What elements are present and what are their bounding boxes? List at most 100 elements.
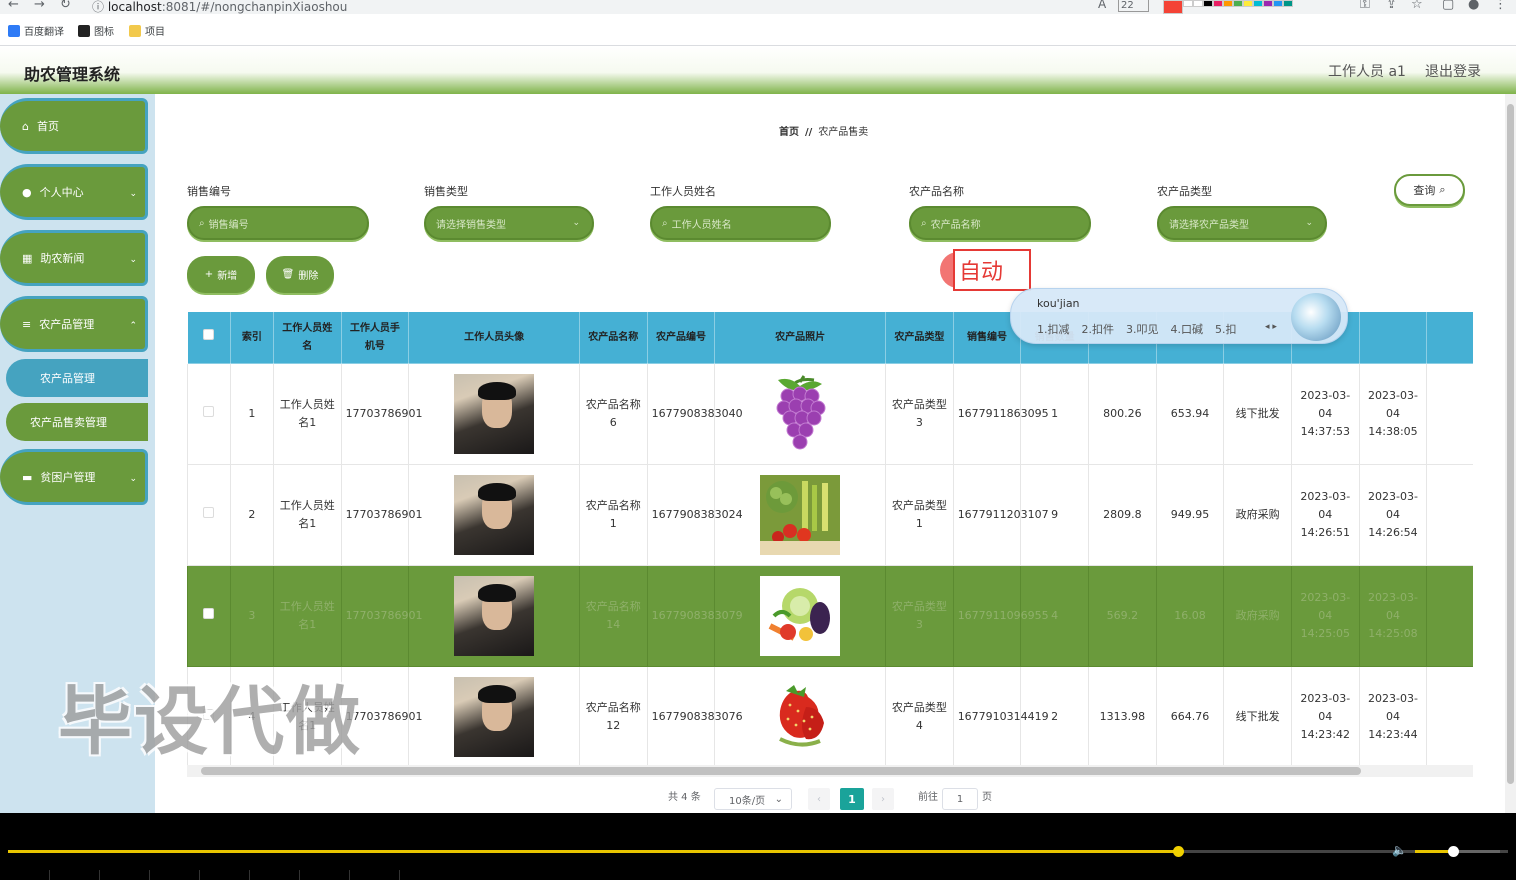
- share-icon[interactable]: ⇪: [1386, 0, 1397, 12]
- volume-icon[interactable]: 🔈: [1392, 843, 1407, 857]
- palette-swatch[interactable]: [1223, 0, 1233, 7]
- volume-knob[interactable]: [1448, 846, 1460, 857]
- chevron-down-icon: ⌄: [774, 793, 783, 805]
- goto-label: 前往: [918, 792, 938, 803]
- add-button[interactable]: + 新增: [187, 256, 255, 293]
- star-icon[interactable]: ☆: [1411, 0, 1423, 12]
- sale-type-select[interactable]: 请选择销售类型 ⌄: [424, 206, 594, 240]
- ime-candidate[interactable]: 1.扣减: [1037, 321, 1070, 337]
- key-icon[interactable]: ⚿: [1360, 0, 1370, 12]
- row-checkbox[interactable]: [203, 608, 215, 619]
- ime-candidate[interactable]: 5.扣: [1215, 321, 1237, 337]
- palette-swatch[interactable]: [1183, 0, 1193, 7]
- current-page-button[interactable]: 1: [840, 788, 864, 810]
- palette-swatch[interactable]: [1233, 0, 1243, 7]
- cell-product: 农产品名称6: [578, 363, 648, 465]
- cell-avatar: [408, 464, 580, 566]
- cell-avatar: [408, 363, 580, 465]
- volume-track[interactable]: [1415, 846, 1500, 857]
- ime-candidate-panel: kou'jian 1.扣减 2.扣件 3.叩见 4.口碱 5.扣 ◂ ▸: [1010, 288, 1348, 344]
- palette-swatch[interactable]: [1283, 0, 1293, 7]
- logout-button[interactable]: 退出登录: [1425, 61, 1481, 81]
- table-row[interactable]: 1 工作人员姓名1 17703786901 农产品名称6 1677908383040 农产…: [187, 363, 1473, 465]
- video-progress-knob[interactable]: [1173, 846, 1184, 857]
- row-select-cell[interactable]: [187, 464, 231, 566]
- bookmark-project[interactable]: 项目: [129, 23, 165, 38]
- cell-phone: 17703786901: [340, 565, 423, 667]
- horizontal-scrollbar[interactable]: [187, 765, 1473, 777]
- product-photo-cabbage: [760, 576, 841, 656]
- row-select-cell[interactable]: [187, 565, 231, 667]
- cell-time2: 2023-03-04 14:23:44: [1358, 666, 1428, 765]
- scroll-thumb[interactable]: [201, 767, 1361, 775]
- page-unit-label: 页: [982, 792, 992, 803]
- zoom-select[interactable]: 22: [1118, 0, 1149, 12]
- staff-avatar: [454, 677, 535, 757]
- row-select-cell[interactable]: [187, 363, 231, 465]
- palette-swatch[interactable]: [1243, 0, 1253, 7]
- palette-swatch[interactable]: [1253, 0, 1263, 7]
- window-icon[interactable]: ▢: [1442, 0, 1454, 12]
- address-bar[interactable]: ⓘ localhost:8081/#/nongchanpinXiaoshou: [92, 0, 347, 15]
- palette-swatch[interactable]: [1163, 0, 1183, 14]
- browser-toolbar: ← → ↻ ⓘ localhost:8081/#/nongchanpinXiao…: [0, 0, 1516, 14]
- product-name-input[interactable]: ⌕ 农产品名称: [909, 206, 1091, 240]
- forward-icon[interactable]: →: [34, 0, 45, 12]
- reload-icon[interactable]: ↻: [60, 0, 71, 12]
- table-row[interactable]: 4 工作人员姓名1 17703786901 农产品名称12 1677908383076 农…: [187, 666, 1473, 765]
- folder-bookmark-icon: [129, 24, 141, 37]
- breadcrumb-separator: //: [805, 127, 813, 138]
- bookmark-icons[interactable]: 图标: [78, 23, 114, 38]
- menu-icon: ≡: [22, 317, 32, 331]
- table-row[interactable]: 2 工作人员姓名1 17703786901 农产品名称1 1677908383024 农产…: [187, 464, 1473, 566]
- row-checkbox[interactable]: [203, 406, 215, 417]
- sidebar-item-profile[interactable]: ● 个人中心 ⌄: [0, 164, 148, 220]
- translate-icon[interactable]: A: [1098, 0, 1106, 11]
- cell-product: 农产品名称14: [578, 565, 648, 667]
- page-size-select[interactable]: 10条/页 ⌄: [714, 788, 792, 810]
- sidebar-item-poor-households[interactable]: ▬ 贫困户管理 ⌄: [0, 449, 148, 505]
- query-button[interactable]: 查询 ⌕: [1394, 174, 1465, 206]
- browser-menu-icon[interactable]: ⋮: [1494, 0, 1507, 12]
- breadcrumb-home[interactable]: 首页: [779, 127, 799, 138]
- ime-composition-box: 自动: [953, 249, 1031, 291]
- ime-candidate[interactable]: 3.叩见: [1126, 321, 1159, 337]
- palette-swatch[interactable]: [1203, 0, 1213, 7]
- cell-time2: 2023-03-04 14:26:54: [1358, 464, 1428, 566]
- bookmark-translate[interactable]: 百度翻译: [8, 23, 64, 38]
- cell-time1: 2023-03-04 14:25:05: [1290, 565, 1360, 667]
- sidebar-subitem-product-sales[interactable]: 农产品售卖管理: [6, 403, 148, 441]
- sidebar-item-home[interactable]: ⌂ 首页: [0, 98, 148, 154]
- product-type-select[interactable]: 请选择农产品类型 ⌄: [1157, 206, 1327, 240]
- profile-icon[interactable]: ●: [1468, 0, 1479, 12]
- scroll-thumb[interactable]: [1507, 104, 1514, 784]
- select-all-header[interactable]: [187, 311, 231, 364]
- sidebar-subitem-product-manage[interactable]: 农产品管理: [6, 359, 148, 397]
- staff-name-input[interactable]: ⌕ 工作人员姓名: [650, 206, 831, 240]
- ime-candidate[interactable]: 2.扣件: [1082, 321, 1115, 337]
- row-checkbox[interactable]: [203, 507, 215, 518]
- ime-page-arrows-icon[interactable]: ◂ ▸: [1265, 322, 1277, 332]
- sale-no-input[interactable]: ⌕ 销售编号: [187, 206, 369, 240]
- next-page-button[interactable]: ›: [872, 788, 894, 810]
- video-progress-track[interactable]: [8, 846, 1508, 857]
- prev-page-button[interactable]: ‹: [808, 788, 830, 810]
- palette-swatch[interactable]: [1213, 0, 1223, 7]
- palette-swatch[interactable]: [1193, 0, 1203, 7]
- palette-swatch[interactable]: [1263, 0, 1273, 7]
- news-icon: ▦: [22, 251, 33, 265]
- vertical-scrollbar[interactable]: [1505, 94, 1516, 813]
- ime-candidate[interactable]: 4.口碱: [1171, 321, 1204, 337]
- cell-operations: ▤详情 🗑删: [1426, 565, 1473, 667]
- palette-swatch[interactable]: [1273, 0, 1283, 7]
- sidebar-item-news[interactable]: ▦ 助农新闻 ⌄: [0, 230, 148, 286]
- back-icon[interactable]: ←: [8, 0, 19, 12]
- sidebar-item-products[interactable]: ≡ 农产品管理 ⌃: [0, 296, 148, 352]
- table-row[interactable]: 3 工作人员姓名1 17703786901 农产品名称14 1677908383079 农…: [187, 565, 1473, 667]
- delete-button[interactable]: 🗑 删除: [266, 256, 334, 293]
- select-all-checkbox[interactable]: [203, 328, 215, 340]
- cell-amount: 653.94: [1155, 363, 1225, 465]
- color-palette[interactable]: [1163, 0, 1293, 14]
- cell-sale_type: 政府采购: [1223, 464, 1292, 566]
- goto-page-input[interactable]: 1: [942, 788, 978, 810]
